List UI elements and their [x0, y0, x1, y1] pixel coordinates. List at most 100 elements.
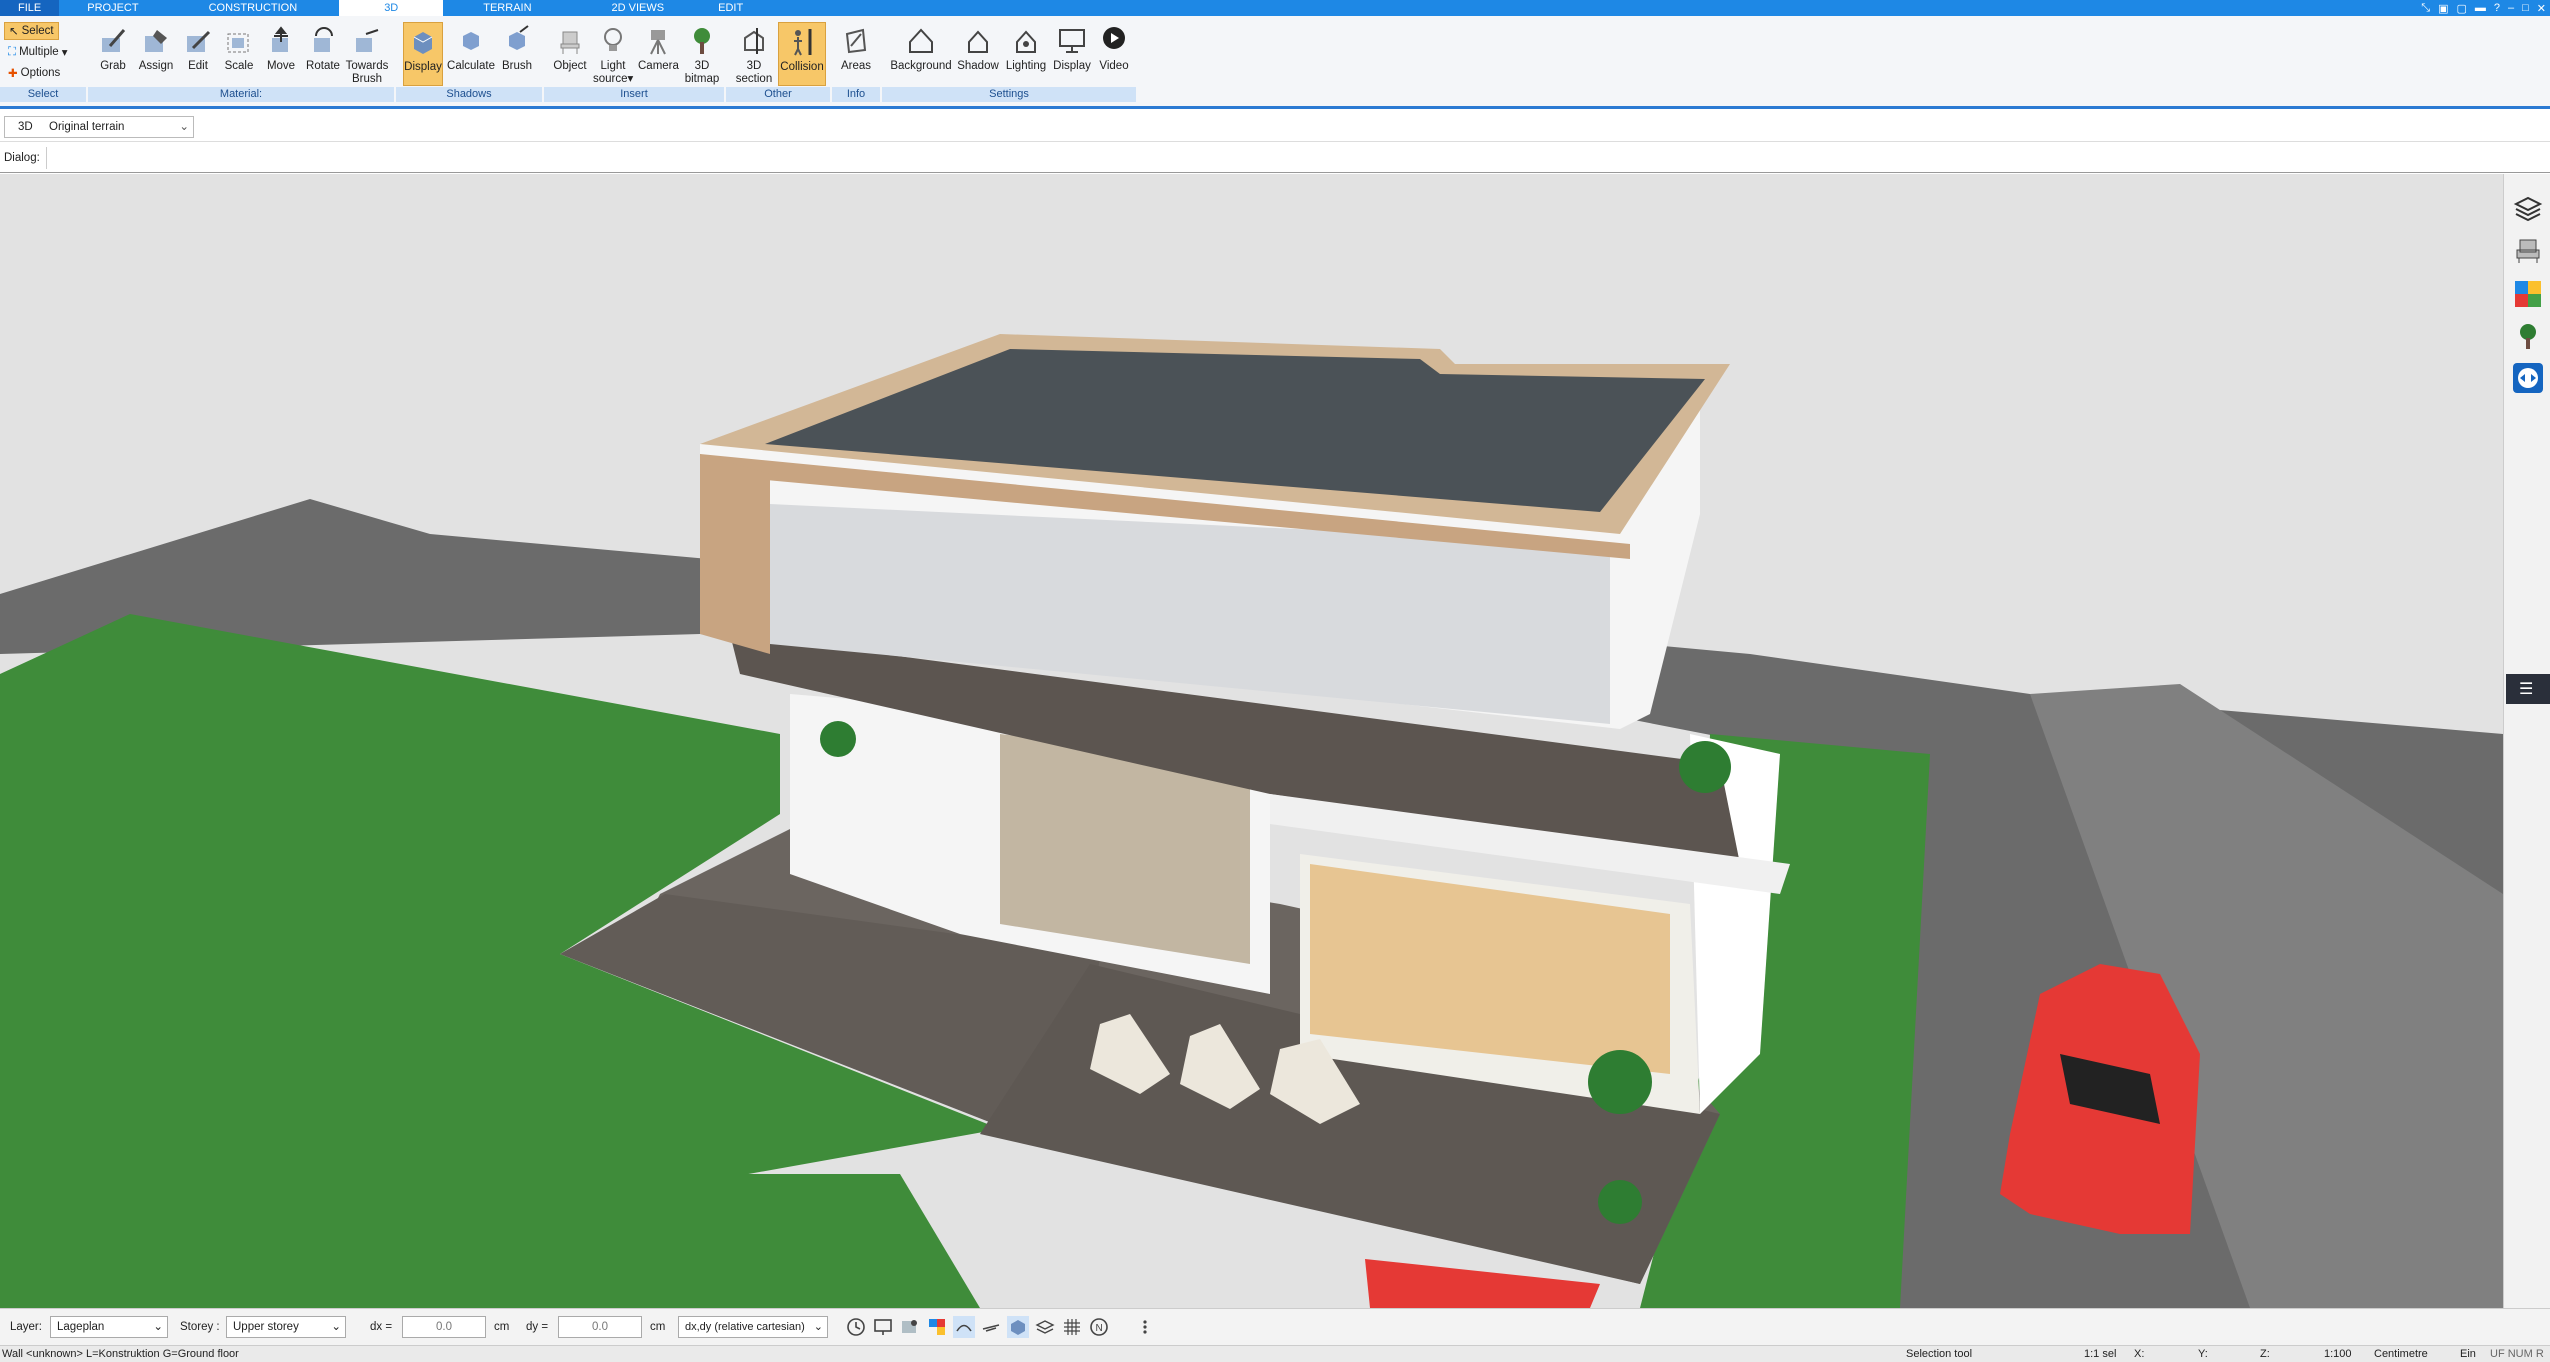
close-window-icon[interactable]: ✕ — [2537, 2, 2546, 15]
grab-button[interactable]: Grab — [96, 24, 130, 73]
remote-support-icon[interactable] — [2512, 362, 2544, 394]
scale-button[interactable]: Scale — [222, 24, 256, 73]
grid-icon[interactable] — [1061, 1316, 1083, 1338]
tab-file[interactable]: FILE — [0, 0, 60, 16]
dx-unit: cm — [494, 1321, 510, 1333]
monitor-small-icon[interactable] — [872, 1316, 894, 1338]
view-selector[interactable]: 3D Original terrain ⌄ — [4, 116, 194, 138]
group-label-other: Other — [726, 87, 830, 102]
view-mode-label: 3D — [18, 121, 33, 133]
max-window-icon[interactable]: □ — [2522, 2, 2529, 14]
storey-select[interactable]: Upper storey ⌄ — [226, 1316, 346, 1338]
options-button[interactable]: ✚ Options — [8, 66, 60, 80]
background-button[interactable]: Background — [888, 24, 954, 73]
help-icon[interactable]: ? — [2494, 2, 2500, 14]
status-message: Wall <unknown> L=Konstruktion G=Ground f… — [2, 1348, 239, 1360]
storey-label: Storey : — [180, 1321, 220, 1333]
section-label: section — [735, 73, 773, 85]
clock-icon[interactable] — [845, 1316, 867, 1338]
tools-icon[interactable]: ⤡ — [2421, 2, 2430, 15]
chevron-down-icon: ⌄ — [153, 1321, 163, 1333]
ribbon: ↖ Select ⛶ Multiple ▾ ✚ Options Grab Assign … — [0, 16, 2550, 109]
object-label: Object — [553, 60, 587, 72]
3d-bitmap-button[interactable]: 3D bitmap — [684, 24, 720, 86]
restore2-icon[interactable]: ▢ — [2456, 2, 2466, 15]
house-lighting-icon — [1016, 30, 1036, 53]
group-label-material: Material: — [88, 87, 394, 102]
edit-button[interactable]: Edit — [181, 24, 215, 73]
3d-scene[interactable] — [0, 174, 2503, 1308]
cursor-icon: ↖ — [9, 26, 19, 38]
bitmap-3d-label: 3D — [694, 60, 710, 72]
3d-viewport[interactable] — [0, 174, 2503, 1308]
walk-mode-icon[interactable] — [953, 1316, 975, 1338]
assign-button[interactable]: Assign — [137, 24, 175, 73]
shadow-brush-button[interactable]: Brush — [499, 24, 535, 73]
move-label: Move — [266, 60, 296, 72]
restore-icon[interactable]: ▣ — [2438, 2, 2448, 15]
fly-mode-icon[interactable] — [980, 1316, 1002, 1338]
more-options-icon[interactable] — [1134, 1316, 1156, 1338]
light-source-button[interactable]: Light source▾ — [593, 24, 633, 86]
collision-button[interactable]: Collision — [778, 22, 826, 86]
dy-input[interactable]: 0.0 — [558, 1316, 642, 1338]
edit-label: Edit — [188, 60, 208, 72]
status-bar: Wall <unknown> L=Konstruktion G=Ground f… — [0, 1345, 2550, 1362]
min-window-icon[interactable]: – — [2508, 2, 2514, 14]
background-label: Background — [890, 60, 952, 72]
terrain-label: Original terrain — [49, 121, 125, 133]
plus-icon: ✚ — [8, 68, 18, 80]
panel-expand-handle[interactable]: ☰ — [2506, 674, 2550, 704]
tab-terrain[interactable]: TERRAIN — [443, 0, 571, 16]
rotate-button[interactable]: Rotate — [305, 24, 341, 73]
shadow-display-button[interactable]: Display — [403, 22, 443, 86]
layer-value: Lageplan — [57, 1321, 105, 1333]
layers-small-icon[interactable] — [1034, 1316, 1056, 1338]
texture-icon[interactable] — [926, 1316, 948, 1338]
insert-object-button[interactable]: Object — [551, 24, 589, 73]
video-button[interactable]: Video — [1096, 24, 1132, 73]
materials-icon[interactable] — [2512, 278, 2544, 310]
calculate-label: Calculate — [447, 60, 495, 72]
lighting-label: Lighting — [1005, 60, 1047, 72]
layers-icon[interactable] — [2512, 192, 2544, 224]
group-label-insert: Insert — [544, 87, 724, 102]
north-compass-icon[interactable]: N — [1088, 1316, 1110, 1338]
light-source-label: source — [593, 73, 628, 85]
shadow-settings-button[interactable]: Shadow — [956, 24, 1000, 73]
towards-brush-button[interactable]: Towards Brush — [345, 24, 389, 86]
lighting-button[interactable]: Lighting — [1002, 24, 1050, 73]
dx-input[interactable]: 0.0 — [402, 1316, 486, 1338]
tab-edit[interactable]: EDIT — [704, 0, 757, 16]
display-settings-button[interactable]: Display — [1050, 24, 1094, 73]
bottom-toolbar: Layer: Lageplan ⌄ Storey : Upper storey ⌄ … — [0, 1308, 2550, 1345]
layer-select[interactable]: Lageplan ⌄ — [50, 1316, 168, 1338]
status-flags: UF NUM R — [2490, 1348, 2544, 1360]
armchair-icon[interactable] — [2512, 234, 2544, 266]
options-label: Options — [20, 67, 61, 79]
shadow-label: Shadow — [957, 60, 999, 72]
cube-view-icon[interactable] — [1007, 1316, 1029, 1338]
multiple-dropdown[interactable]: ⛶ Multiple ▾ — [8, 45, 68, 60]
move-button[interactable]: Move — [264, 24, 298, 73]
3d-section-button[interactable]: 3D section — [734, 24, 774, 86]
group-label-select: Select — [0, 87, 86, 102]
areas-button[interactable]: Areas — [838, 24, 874, 73]
view-toolbar: 3D Original terrain ⌄ — [0, 112, 2550, 142]
render-icon[interactable] — [899, 1316, 921, 1338]
status-ein: Ein — [2460, 1348, 2476, 1360]
tab-3d[interactable]: 3D — [339, 0, 444, 16]
chevron-down-icon: ▾ — [61, 47, 68, 59]
calculate-button[interactable]: Calculate — [447, 24, 495, 73]
tab-project[interactable]: PROJECT — [59, 0, 166, 16]
plant-icon[interactable] — [2512, 320, 2544, 352]
coord-mode-select[interactable]: dx,dy (relative cartesian) ⌄ — [678, 1316, 828, 1338]
dy-unit: cm — [650, 1321, 666, 1333]
tab-construction[interactable]: CONSTRUCTION — [167, 0, 340, 16]
potted-plant-3 — [820, 721, 856, 757]
tab-2d-views[interactable]: 2D VIEWS — [572, 0, 705, 16]
minimize-icon[interactable]: ▬ — [2475, 2, 2486, 14]
camera-button[interactable]: Camera — [638, 24, 679, 73]
select-button[interactable]: ↖ Select — [4, 22, 59, 40]
chevron-down-icon: ⌄ — [813, 1321, 823, 1333]
